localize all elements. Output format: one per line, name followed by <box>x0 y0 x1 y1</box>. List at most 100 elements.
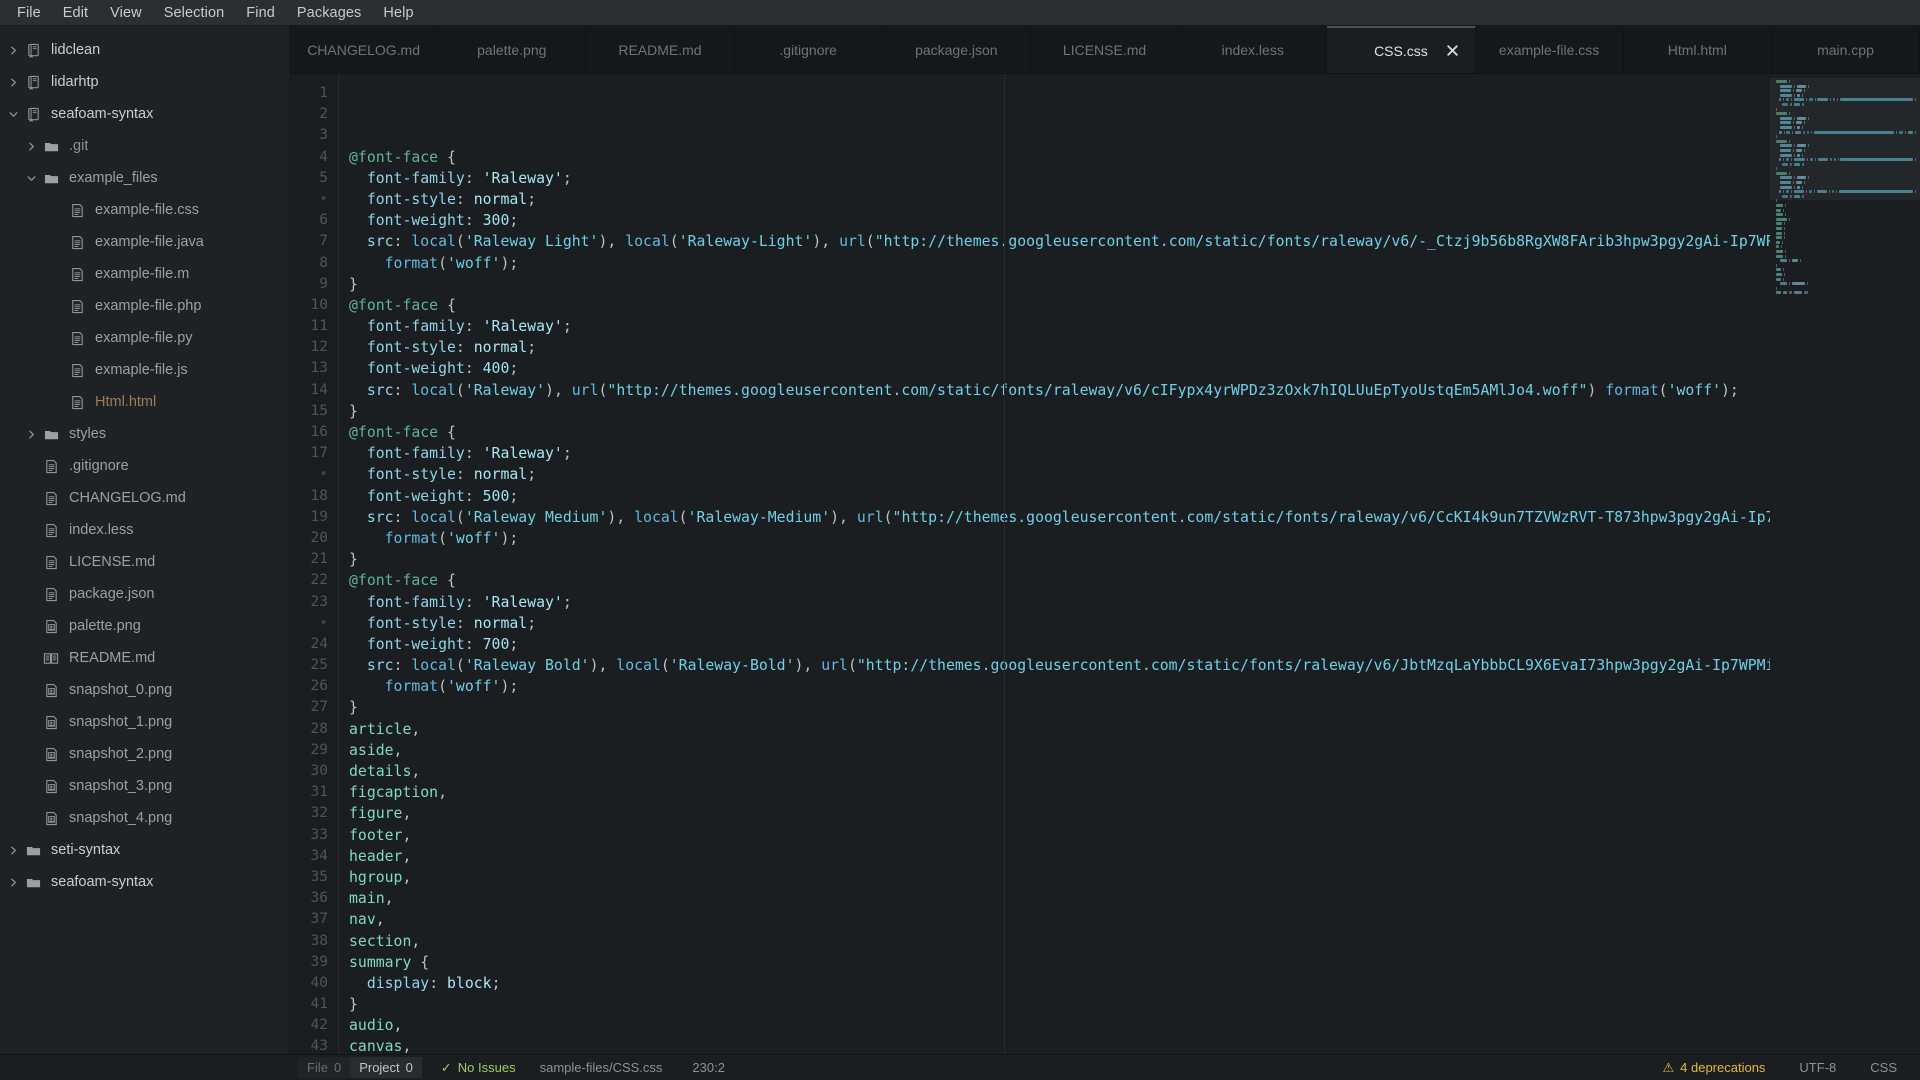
minimap-line <box>1776 268 1916 272</box>
tree-file-example-file-java[interactable]: example-file.java <box>0 226 289 258</box>
tab-gitignore[interactable]: .gitignore <box>735 26 883 73</box>
tree-file-snapshot-0-png[interactable]: snapshot_0.png <box>0 674 289 706</box>
status-cursor-position[interactable]: 230:2 <box>683 1057 734 1078</box>
tree-file-example-file-py[interactable]: example-file.py <box>0 322 289 354</box>
tree-file-snapshot-3-png[interactable]: snapshot_3.png <box>0 770 289 802</box>
token-fn: url <box>571 381 599 399</box>
tree-folder-seti-syntax[interactable]: seti-syntax <box>0 834 289 866</box>
status-encoding[interactable]: UTF-8 <box>1790 1057 1845 1078</box>
chevron-right-icon[interactable] <box>22 141 40 152</box>
status-issues-chip[interactable]: ✓ No Issues <box>432 1057 525 1079</box>
token-num: 700 <box>482 635 510 653</box>
menu-item-edit[interactable]: Edit <box>52 2 99 24</box>
token-fn: local <box>625 233 670 251</box>
menu-item-view[interactable]: View <box>99 2 153 24</box>
tab-package-json[interactable]: package.json <box>883 26 1031 73</box>
code-line: font-style: normal; <box>349 464 1770 485</box>
minimap-viewport[interactable] <box>1770 78 1920 200</box>
tree-file-html-html[interactable]: Html.html <box>0 386 289 418</box>
line-number: 20 <box>310 529 328 546</box>
tree-file-package-json[interactable]: package.json <box>0 578 289 610</box>
tree-file-readme-md[interactable]: README.md <box>0 642 289 674</box>
tab-palette-png[interactable]: palette.png <box>438 26 587 73</box>
token-pun: ; <box>527 339 537 357</box>
token-num: 300 <box>482 212 510 230</box>
tree-file-example-file-php[interactable]: example-file.php <box>0 290 289 322</box>
tree-file-changelog-md[interactable]: CHANGELOG.md <box>0 482 289 514</box>
menu-item-file[interactable]: File <box>6 2 52 24</box>
tree-folder-example-files[interactable]: example_files <box>0 162 289 194</box>
token-str: 'Raleway-Medium' <box>687 508 831 526</box>
token-pun: ); <box>500 529 519 547</box>
tree-file-example-file-m[interactable]: example-file.m <box>0 258 289 290</box>
status-deprecations-chip[interactable]: ⚠ 4 deprecations <box>1653 1057 1774 1079</box>
minimap-line <box>1776 245 1916 249</box>
token-prop: font-weight <box>349 635 465 653</box>
minimap-segment <box>1776 217 1787 221</box>
tree-file-index-less[interactable]: index.less <box>0 514 289 546</box>
minimap-line <box>1776 213 1916 217</box>
tree-item-label: lidclean <box>51 42 101 58</box>
chevron-right-icon[interactable] <box>4 877 22 888</box>
tab-html-html[interactable]: Html.html <box>1624 26 1772 73</box>
chevron-right-icon[interactable] <box>4 45 22 56</box>
tree-file-snapshot-1-png[interactable]: snapshot_1.png <box>0 706 289 738</box>
tab-license-md[interactable]: LICENSE.md <box>1031 26 1180 73</box>
tree-file-snapshot-4-png[interactable]: snapshot_4.png <box>0 802 289 834</box>
tab-main-cpp[interactable]: main.cpp <box>1772 26 1920 73</box>
status-file-path[interactable]: sample-files/CSS.css <box>531 1057 672 1078</box>
tab-changelog-md[interactable]: CHANGELOG.md <box>290 26 439 73</box>
chevron-right-icon[interactable] <box>22 429 40 440</box>
code-content[interactable]: @font-face { font-family: 'Raleway'; fon… <box>338 74 1770 1054</box>
tree-file-exmaple-file-js[interactable]: exmaple-file.js <box>0 354 289 386</box>
chevron-right-icon[interactable] <box>4 77 22 88</box>
line-number: 42 <box>310 1017 328 1034</box>
token-pun: : <box>455 339 474 357</box>
tree-folder-styles[interactable]: styles <box>0 418 289 450</box>
code-line: src: local('Raleway'), url("http://theme… <box>349 380 1770 401</box>
code-editor-area[interactable]: 1 2 3 4 5 • 6 7 8 9 10 11 12 13 14 15 16 17 • 18 19 20 21 22 23 •… <box>290 74 1920 1054</box>
tree-file-example-file-css[interactable]: example-file.css <box>0 194 289 226</box>
status-file-chip[interactable]: File 0 <box>298 1057 351 1078</box>
token-pun: ( <box>1658 381 1668 399</box>
status-language[interactable]: CSS <box>1861 1057 1906 1078</box>
minimap-line <box>1776 204 1916 208</box>
chevron-right-icon[interactable] <box>4 845 22 856</box>
tree-folder-lidclean[interactable]: lidclean <box>0 34 289 66</box>
tree-file-snapshot-2-png[interactable]: snapshot_2.png <box>0 738 289 770</box>
tree-folder-seafoam-syntax[interactable]: seafoam-syntax <box>0 98 289 130</box>
tree-file-palette-png[interactable]: palette.png <box>0 610 289 642</box>
tab-example-file-css[interactable]: example-file.css <box>1476 26 1624 73</box>
tab-index-less[interactable]: index.less <box>1179 26 1328 73</box>
token-fn: format <box>1605 381 1659 399</box>
tab-label: palette.png <box>477 41 547 58</box>
close-icon[interactable] <box>1445 43 1461 59</box>
code-line: @font-face { <box>349 422 1770 443</box>
line-number: 36 <box>310 890 328 907</box>
tree-folder-git[interactable]: .git <box>0 130 289 162</box>
tree-folder-lidarhtp[interactable]: lidarhtp <box>0 66 289 98</box>
minimap-segment <box>1776 249 1784 253</box>
chevron-down-icon[interactable] <box>4 109 22 120</box>
chevron-down-icon[interactable] <box>22 173 40 184</box>
tree-file-gitignore[interactable]: .gitignore <box>0 450 289 482</box>
tab-bar[interactable]: CHANGELOG.md palette.png README.md .gitigno… <box>290 26 1920 74</box>
code-line: article, <box>349 719 1770 740</box>
repo-icon <box>22 43 44 58</box>
menu-item-selection[interactable]: Selection <box>153 2 236 24</box>
tab-readme-md[interactable]: README.md <box>586 26 735 73</box>
status-project-chip[interactable]: Project 0 <box>350 1057 422 1078</box>
minimap[interactable] <box>1770 74 1920 1054</box>
menu-item-help[interactable]: Help <box>372 2 424 24</box>
file-tree-sidebar[interactable]: lidclean lidarhtp seafoam-syntax .git exam… <box>0 26 290 1054</box>
tree-folder-seafoam-syntax[interactable]: seafoam-syntax <box>0 866 289 898</box>
tree-item-label: .gitignore <box>69 458 129 474</box>
line-number: 15 <box>310 402 328 419</box>
token-pun: : <box>464 360 483 378</box>
token-pun: ( <box>438 678 448 696</box>
tree-file-license-md[interactable]: LICENSE.md <box>0 546 289 578</box>
token-pun: , <box>402 847 412 865</box>
tab-css-css[interactable]: CSS.css <box>1327 26 1476 73</box>
menu-item-find[interactable]: Find <box>235 2 286 24</box>
menu-item-packages[interactable]: Packages <box>286 2 372 24</box>
